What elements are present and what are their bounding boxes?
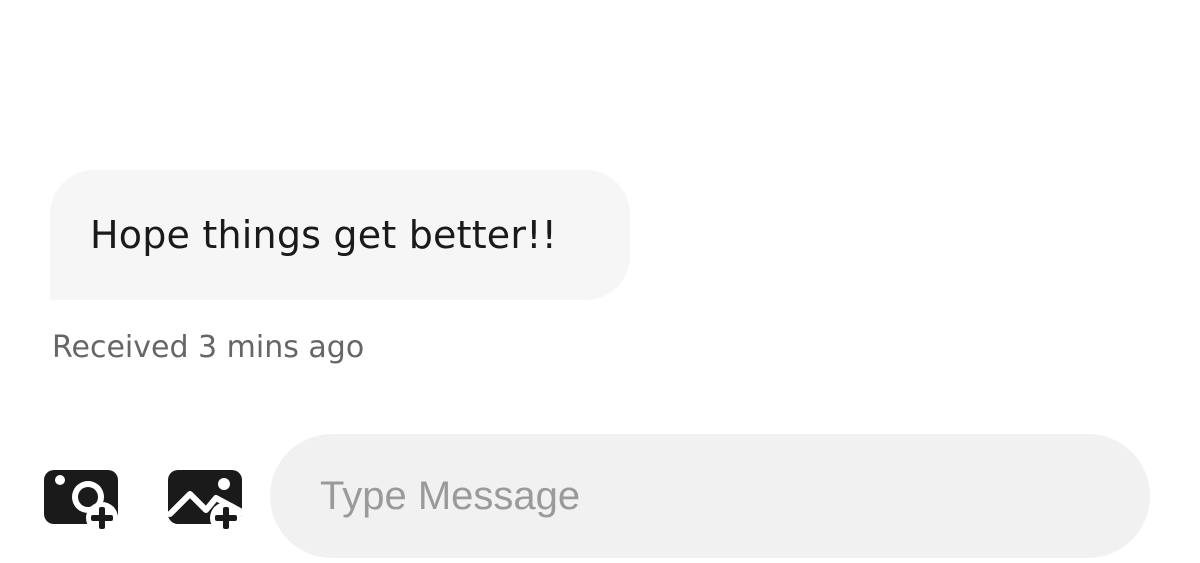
image-plus-icon [167,470,245,534]
message-input[interactable] [270,434,1150,558]
add-gallery-image-button[interactable] [162,464,246,536]
message-text: Hope things get better!! [90,213,558,257]
message-composer [0,430,1200,563]
add-camera-photo-button[interactable] [38,464,122,536]
camera-plus-icon [44,470,118,534]
message-received-time: Received 3 mins ago [52,330,365,365]
received-message-bubble: Hope things get better!! [50,170,630,300]
